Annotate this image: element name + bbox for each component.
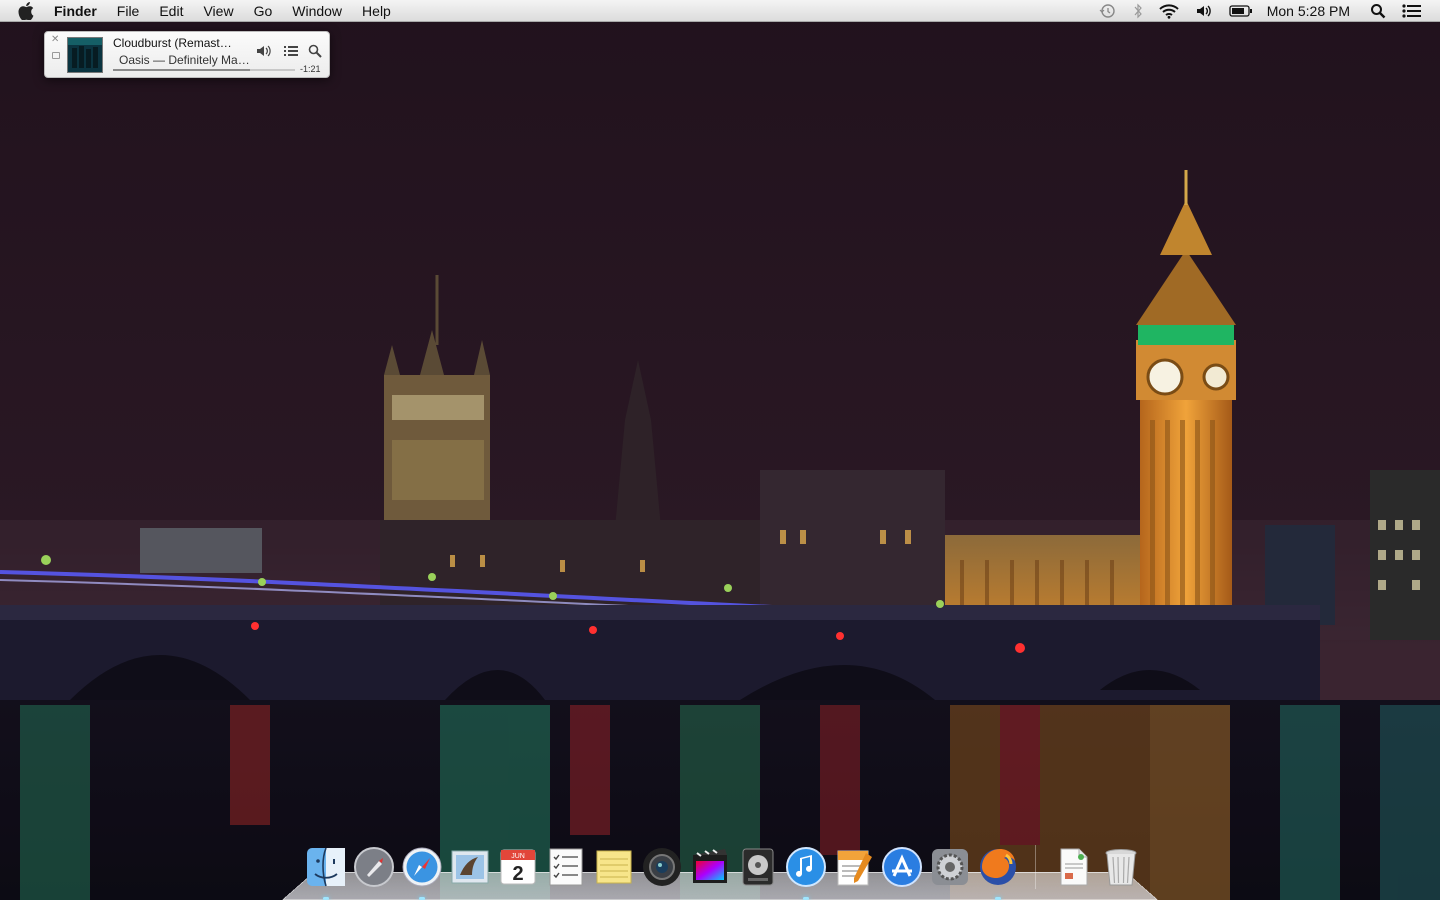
menu-app-name[interactable]: Finder [54, 0, 107, 22]
menu-window[interactable]: Window [282, 0, 352, 22]
dock-finder[interactable] [304, 845, 348, 900]
dock-launchpad[interactable] [352, 845, 396, 889]
album-artwork[interactable] [67, 37, 103, 73]
playback-progress-fill [113, 69, 250, 71]
track-artist-album: Oasis — Definitely Ma… [119, 53, 250, 67]
desktop-wallpaper [0, 0, 1440, 900]
dock-document[interactable] [1051, 845, 1095, 889]
itunes-mini-player: ✕ Cloudburst (Remast… Oasis — Definitely… [44, 31, 330, 78]
menu-edit[interactable]: Edit [149, 0, 193, 22]
dock-app-store[interactable] [880, 845, 924, 889]
dock-calendar[interactable]: JUN 2 [496, 845, 540, 889]
playback-progress-bar[interactable] [113, 69, 295, 71]
restore-window-icon[interactable] [52, 52, 60, 59]
menu-help[interactable]: Help [352, 0, 401, 22]
menu-bar: Finder File Edit View Go Window Help Mon… [0, 0, 1440, 22]
dock-pages[interactable] [832, 845, 876, 889]
time-remaining: -1:21 [300, 64, 321, 74]
apple-icon[interactable] [18, 0, 38, 22]
search-icon[interactable] [307, 43, 323, 59]
dock-notes[interactable] [592, 845, 636, 889]
dock-safari[interactable] [400, 845, 444, 900]
dock-separator [1035, 845, 1036, 889]
menu-file[interactable]: File [107, 0, 150, 22]
time-machine-icon[interactable] [1099, 0, 1117, 22]
menu-clock[interactable]: Mon 5:28 PM [1267, 3, 1350, 19]
dock: JUN 2 [302, 841, 1145, 900]
dock-trash[interactable] [1099, 845, 1143, 889]
bluetooth-icon[interactable] [1133, 0, 1143, 22]
volume-icon[interactable] [1195, 0, 1213, 22]
calendar-day-label: 2 [512, 863, 523, 885]
dock-system-preferences[interactable] [928, 845, 972, 889]
volume-icon[interactable] [256, 43, 272, 59]
up-next-list-icon[interactable] [283, 43, 299, 59]
menu-go[interactable]: Go [244, 0, 283, 22]
dock-mail[interactable] [448, 845, 492, 889]
track-title: Cloudburst (Remast… [113, 36, 232, 50]
battery-icon[interactable] [1229, 0, 1253, 22]
calendar-month-label: JUN [511, 853, 525, 860]
notification-center-icon[interactable] [1402, 0, 1422, 22]
dock-logic-pro[interactable] [736, 845, 780, 889]
dock-photo-booth[interactable] [640, 845, 684, 889]
menu-view[interactable]: View [193, 0, 243, 22]
dock-reminders[interactable] [544, 845, 588, 889]
close-icon[interactable]: ✕ [51, 35, 59, 45]
wifi-icon[interactable] [1159, 0, 1179, 22]
spotlight-icon[interactable] [1370, 0, 1386, 22]
dock-final-cut-pro[interactable] [688, 845, 732, 889]
dock-firefox[interactable] [976, 845, 1020, 900]
dock-itunes[interactable] [784, 845, 828, 900]
